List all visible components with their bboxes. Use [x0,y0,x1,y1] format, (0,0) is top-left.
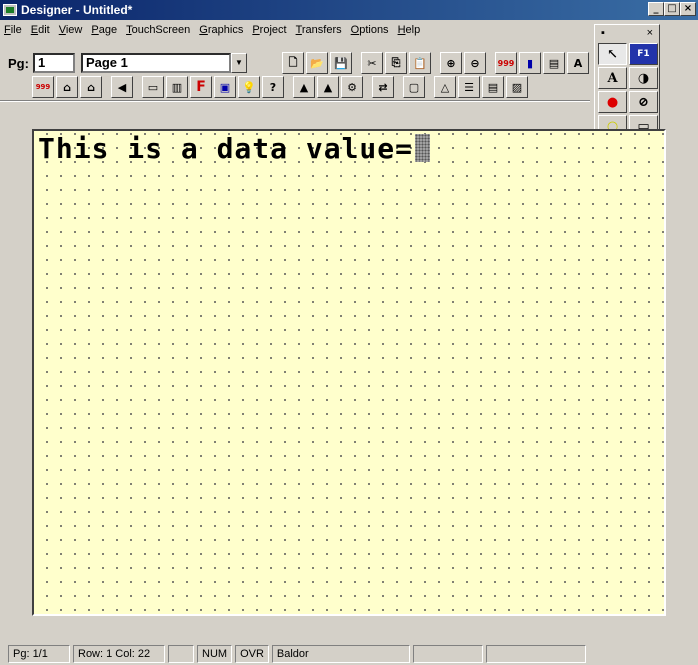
menu-touchscreen[interactable]: TouchScreen [126,24,190,36]
pattern-icon[interactable]: ▨ [506,76,528,98]
save-icon[interactable]: 💾 [330,52,352,74]
paste-icon[interactable]: 📋 [409,52,431,74]
chevron-down-icon[interactable]: ▼ [230,53,247,73]
page-label: Pg: [8,55,29,71]
app-icon [3,4,17,16]
settings-icon[interactable]: ⚙ [341,76,363,98]
status-empty-1 [168,645,194,663]
menu-edit[interactable]: Edit [31,24,50,36]
page-selector: Pg: 1 Page 1 ▼ [4,52,247,74]
screen-icon[interactable]: ▣ [214,76,236,98]
open-folder-icon[interactable]: 📂 [306,52,328,74]
gauge-icon[interactable]: ⊘ [629,91,658,113]
minimize-button[interactable]: _ [648,2,664,16]
menu-transfers[interactable]: Transfers [296,24,342,36]
transfer-icon[interactable]: ⇄ [372,76,394,98]
help-icon[interactable]: ? [262,76,284,98]
status-font: Baldor [271,645,410,663]
cut-icon[interactable]: ✂ [361,52,383,74]
zoom-out-icon[interactable]: ⊖ [464,52,486,74]
menu-project[interactable]: Project [252,24,286,36]
data-value-icon[interactable]: 999 [32,76,54,98]
move-down-icon[interactable]: ▲ [317,76,339,98]
menu-page[interactable]: Page [91,24,117,36]
menu-file[interactable]: File [4,24,22,36]
text-tool-icon[interactable]: A [598,67,627,89]
title-bar: Designer - Untitled* _ □ × [0,0,698,20]
f1-key-icon[interactable]: F1 [629,43,658,65]
text-format-icon[interactable]: A [567,52,589,74]
menu-view[interactable]: View [59,24,83,36]
indicator-light-icon[interactable]: ● [598,91,627,113]
menu-options[interactable]: Options [351,24,389,36]
frame-icon[interactable]: ▢ [403,76,425,98]
canvas-text-object[interactable]: This is a data value= [38,132,431,165]
tool-b-icon[interactable]: ⌂ [80,76,102,98]
page-combo[interactable]: Page 1 ▼ [80,53,247,73]
status-empty-3 [485,645,586,663]
pointer-icon[interactable]: ↖ [598,43,627,65]
status-page: Pg: 1/1 [8,645,70,663]
back-arrow-icon[interactable]: ◀ [111,76,133,98]
window-title: Designer - Untitled* [21,3,133,17]
data-value-placeholder[interactable] [415,134,431,162]
move-up-icon[interactable]: ▲ [293,76,315,98]
page-name-field[interactable]: Page 1 [80,53,231,73]
function-key-icon[interactable]: F [190,76,212,98]
zoom-in-icon[interactable]: ⊕ [440,52,462,74]
toolbar-main: 🗋 📂 💾 ✂ ⎘ 📋 ⊕ ⊖ 999 ▮ ▤ A [282,52,589,74]
numeric-icon[interactable]: 999 [495,52,517,74]
status-num: NUM [197,645,233,663]
toolbar-objects: 999 ⌂ ⌂ ◀ ▭ ▥ F ▣ 💡 ? ▲ ▲ ⚙ ⇄ ▢ △ ☰ ▤ ▨ [32,76,528,98]
dial-icon[interactable]: ◑ [629,67,658,89]
canvas-text-label: This is a data value= [38,132,414,165]
copy-icon[interactable]: ⎘ [385,52,407,74]
status-bar: Pg: 1/1 Row: 1 Col: 22 NUM OVR Baldor [0,643,698,665]
status-row-col: Row: 1 Col: 22 [73,645,165,663]
bar-graph-icon[interactable]: ▮ [519,52,541,74]
page-number-field[interactable]: 1 [32,53,75,73]
triangle-icon[interactable]: △ [434,76,456,98]
status-ovr: OVR [235,645,269,663]
tool-a-icon[interactable]: ⌂ [56,76,78,98]
menu-graphics[interactable]: Graphics [199,24,243,36]
palette-menu-icon[interactable]: ▪ [601,27,605,39]
close-button[interactable]: × [680,2,696,16]
lightbulb-icon[interactable]: 💡 [238,76,260,98]
menu-help[interactable]: Help [398,24,421,36]
columns-icon[interactable]: ▤ [482,76,504,98]
stack-icon[interactable]: ☰ [458,76,480,98]
toolbar-divider [0,100,590,102]
list-icon[interactable]: ▥ [166,76,188,98]
new-file-icon[interactable]: 🗋 [282,52,304,74]
display-icon[interactable]: ▭ [142,76,164,98]
message-icon[interactable]: ▤ [543,52,565,74]
palette-close-icon[interactable]: × [647,27,653,39]
status-empty-2 [412,645,483,663]
design-canvas[interactable]: This is a data value= [32,129,666,616]
maximize-button[interactable]: □ [664,2,680,16]
